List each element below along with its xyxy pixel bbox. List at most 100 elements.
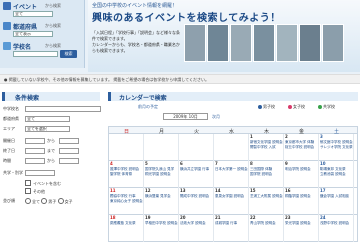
radio-girls[interactable]: 女子: [58, 199, 73, 204]
calendar-day-cell[interactable]: 20 法政大学 説明会: [179, 215, 214, 242]
next-month-link[interactable]: 次月: [212, 114, 220, 120]
calendar-day-cell[interactable]: 15 芝浦工大附属 説明会: [249, 188, 284, 215]
pref-dropdown[interactable]: 全て: [25, 116, 70, 122]
school-name-input[interactable]: [13, 51, 58, 57]
calendar-day-cell[interactable]: 18 慶應義塾 文化祭: [109, 215, 144, 242]
day-number: 17: [320, 188, 326, 193]
event-link[interactable]: 早稲田中学校 説明会: [145, 221, 178, 225]
field-label: 終了日: [3, 148, 15, 153]
weekday-header: 日 月 火 水 木 金 土: [108, 126, 358, 135]
radio-boys[interactable]: 男子: [41, 199, 56, 204]
event-link[interactable]: 国学院 説明会: [250, 172, 283, 176]
field-label: 並び順: [3, 198, 15, 203]
event-link[interactable]: 鎌倉学園 入試相談: [320, 194, 353, 198]
school-search-button[interactable]: 検索: [60, 50, 77, 58]
event-link[interactable]: 恵泉女学園 説明会: [215, 194, 248, 198]
event-link[interactable]: 桐蔭学園 説明会: [285, 194, 318, 198]
event-link[interactable]: 明治学院 説明会: [285, 167, 318, 171]
event-link[interactable]: 栄光学園 説明会: [285, 221, 318, 225]
event-link[interactable]: 開智中学校 入試: [250, 145, 283, 149]
pref-select[interactable]: 全て表示: [13, 31, 53, 37]
calendar-day-cell[interactable]: 12 横浜雙葉 見学会: [144, 188, 179, 215]
event-link[interactable]: 桐光学園 説明会: [145, 172, 178, 176]
event-link[interactable]: 桜丘中学校 説明会: [285, 145, 318, 149]
prev-month-link[interactable]: 前月の予定: [138, 104, 158, 110]
calendar-day-cell[interactable]: 21 成城学園 行事: [214, 215, 249, 242]
day-number: 11: [110, 188, 116, 193]
event-link[interactable]: 横浜共立学園 行事: [180, 167, 213, 171]
end-date-dropdown[interactable]: [25, 148, 45, 154]
pref-search: 都道府県 から検索 全て表示: [3, 22, 83, 40]
event-link[interactable]: 麗澤中学校 説明会: [110, 167, 143, 171]
coed-dropdown[interactable]: [25, 170, 55, 176]
event-link[interactable]: 三田国際 体験: [250, 167, 283, 171]
calendar-day-cell[interactable]: 2 東京都市大学 体験 桜丘中学校 説明会: [284, 134, 319, 161]
school-photo: [276, 24, 298, 62]
calendar-day-cell[interactable]: 9 明治学院 説明会: [284, 161, 319, 188]
calendar-day-cell[interactable]: 7 日本大学第一 説明会: [214, 161, 249, 188]
calendar-day-cell[interactable]: 13 開成中学校 説明会: [179, 188, 214, 215]
event-link[interactable]: 浅野中学校 説明会: [320, 221, 353, 225]
calendar-day-cell[interactable]: 23 栄光学園 説明会: [284, 215, 319, 242]
area-dropdown[interactable]: 全てを選択: [25, 126, 70, 132]
event-link[interactable]: 立教池袋 説明会: [320, 172, 353, 176]
hero-banner: 全国の中学校のイベント情報を網羅！ 興味のあるイベントを検索してみよう！ 「入試…: [88, 0, 360, 72]
calendar-day-cell[interactable]: 19 早稲田中学校 説明会: [144, 215, 179, 242]
calendar-day-cell: [144, 134, 179, 161]
event-link[interactable]: サレジオ学院 文化祭: [320, 145, 353, 149]
pref-search-sub: から検索: [45, 23, 61, 28]
calendar-day-cell[interactable]: 5 国学院久我山 見学 桐光学園 説明会: [144, 161, 179, 188]
time-dropdown[interactable]: [25, 158, 45, 164]
day-number: 15: [250, 188, 256, 193]
calendar-day-cell[interactable]: 10 駒場東邦 文化祭 立教池袋 説明会: [319, 161, 354, 188]
event-link[interactable]: 国学院久我山 見学: [145, 167, 178, 171]
other-checkbox[interactable]: その他: [25, 188, 45, 195]
calendar-day-cell[interactable]: 6 横浜共立学園 行事: [179, 161, 214, 188]
calendar-day-cell[interactable]: 4 麗澤中学校 説明会 聖学院 体育祭: [109, 161, 144, 188]
event-link[interactable]: 駒場東邦 文化祭: [320, 167, 353, 171]
event-link[interactable]: 日本大学第一 説明会: [215, 167, 248, 171]
event-link[interactable]: 慶應義塾 文化祭: [110, 221, 143, 225]
condition-search-panel: 条件検索 中学校名 都道府県 全て エリア 全てを選択 開催日 から 終了日 ま…: [0, 92, 104, 240]
event-link[interactable]: 成城学園 行事: [215, 221, 248, 225]
calendar-week-row: 1 新宿文化学園 説明会 開智中学校 入試 2 東京都市大学 体験 桜丘中学校 説明会 3 郁…: [108, 134, 358, 161]
school-name-field[interactable]: [25, 106, 101, 112]
event-link[interactable]: 聖学院 体育祭: [110, 172, 143, 176]
field-coed: 共学・別学: [3, 170, 103, 177]
calendar-day-cell[interactable]: 14 恵泉女学園 説明会: [214, 188, 249, 215]
calendar-day-cell[interactable]: 1 新宿文化学園 説明会 開智中学校 入試: [249, 134, 284, 161]
calendar-day-cell[interactable]: 11 獨協中学校 行事 東京純心女子 説明会: [109, 188, 144, 215]
calendar-day-cell[interactable]: 17 鎌倉学園 入試相談: [319, 188, 354, 215]
month-select[interactable]: 2009年 10月: [163, 113, 208, 120]
event-link[interactable]: 獨協中学校 行事: [110, 194, 143, 198]
calendar-day-cell[interactable]: 16 桐蔭学園 説明会: [284, 188, 319, 215]
end-date-dropdown-2[interactable]: [59, 148, 79, 154]
event-link[interactable]: 東京純心女子 説明会: [110, 199, 143, 203]
event-icon: [3, 2, 11, 10]
calendar-day-cell[interactable]: 8 三田国際 体験 国学院 説明会: [249, 161, 284, 188]
calendar-day-cell[interactable]: 24 浅野中学校 説明会: [319, 215, 354, 242]
event-link[interactable]: 開成中学校 説明会: [180, 194, 213, 198]
start-date-dropdown-2[interactable]: [59, 138, 79, 144]
day-number: 6: [180, 161, 183, 166]
banner-note-line-1: 「入試日程」「学校行事」「説明会」など様々な条件で検索できます。: [92, 30, 180, 41]
event-link[interactable]: 郁文館中学校 説明会: [320, 140, 353, 144]
event-link[interactable]: 新宿文化学園 説明会: [250, 140, 283, 144]
sort-row: 並び順 全て 男子 女子: [3, 198, 103, 205]
time-dropdown-2[interactable]: [59, 158, 79, 164]
gender-radio-group: 全て 男子 女子: [25, 198, 73, 205]
event-link[interactable]: 横浜雙葉 見学会: [145, 194, 178, 198]
event-link[interactable]: 東京都市大学 体験: [285, 140, 318, 144]
legend-dot: [318, 105, 322, 109]
event-select[interactable]: 全て: [13, 11, 53, 17]
event-link[interactable]: 芝浦工大附属 説明会: [250, 194, 283, 198]
event-link[interactable]: 法政大学 説明会: [180, 221, 213, 225]
start-date-dropdown[interactable]: [25, 138, 45, 144]
event-checkbox[interactable]: イベントを含む: [25, 180, 61, 187]
calendar-day-cell[interactable]: 22 青山学院 説明会: [249, 215, 284, 242]
calendar-day-cell: [179, 134, 214, 161]
event-link[interactable]: 青山学院 説明会: [250, 221, 283, 225]
radio-all[interactable]: 全て: [25, 199, 40, 204]
calendar-week-row: 18 慶應義塾 文化祭 19 早稲田中学校 説明会 20 法政大学 説明会 21 成城学園 行…: [108, 215, 358, 242]
calendar-day-cell[interactable]: 3 郁文館中学校 説明会 サレジオ学院 文化祭: [319, 134, 354, 161]
